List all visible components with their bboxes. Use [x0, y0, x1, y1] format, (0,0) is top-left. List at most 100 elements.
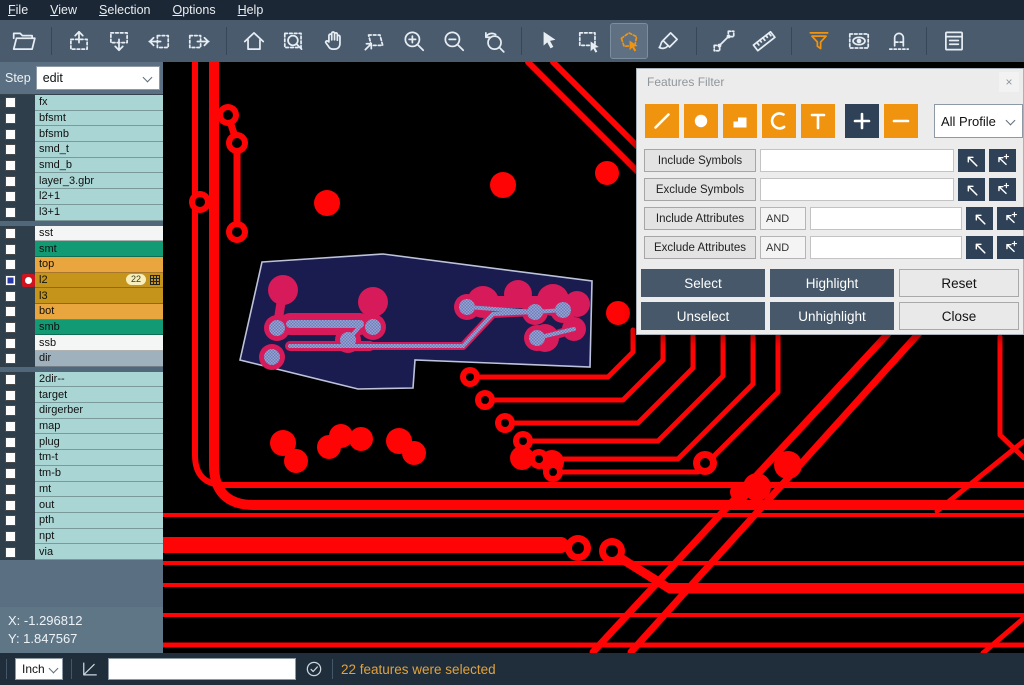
home-button[interactable] — [236, 24, 272, 58]
layer-visibility-checkbox[interactable] — [5, 176, 16, 187]
layer-visibility-checkbox[interactable] — [5, 531, 16, 542]
pan-up-button[interactable] — [61, 24, 97, 58]
layer-label[interactable]: bfsmb — [35, 126, 163, 142]
select-cursor-button[interactable] — [531, 24, 567, 58]
layer-label[interactable]: smb — [35, 320, 163, 336]
zoom-poly-button[interactable] — [356, 24, 392, 58]
layer-label[interactable]: plug — [35, 434, 163, 450]
layer-visibility-checkbox[interactable] — [5, 129, 16, 140]
select-button[interactable]: Select — [641, 269, 765, 297]
exclude-symbols-pick-add-button[interactable] — [989, 178, 1016, 201]
layer-visibility-checkbox[interactable] — [5, 322, 16, 333]
layer-visibility-checkbox[interactable] — [5, 291, 16, 302]
measure-distance-button[interactable] — [706, 24, 742, 58]
menu-item-help[interactable]: Help — [238, 3, 264, 17]
filter-shape-text-button[interactable] — [801, 104, 835, 138]
zoom-window-button[interactable] — [276, 24, 312, 58]
grid-view-icon[interactable] — [150, 275, 160, 285]
filter-shape-line-button[interactable] — [645, 104, 679, 138]
layer-label[interactable]: map — [35, 419, 163, 435]
layer-label[interactable]: sst — [35, 226, 163, 242]
layer-label[interactable]: tm-t — [35, 450, 163, 466]
include-symbols-pick-button[interactable] — [958, 149, 985, 172]
layer-label[interactable]: l3 — [35, 288, 163, 304]
layer-visibility-checkbox[interactable] — [5, 228, 16, 239]
exclude-symbols-pick-button[interactable] — [958, 178, 985, 201]
dialog-close-button[interactable]: × — [999, 72, 1019, 92]
include-attributes-input[interactable] — [810, 207, 962, 230]
layer-label[interactable]: fx — [35, 95, 163, 111]
layer-visibility-checkbox[interactable] — [5, 484, 16, 495]
exclude-symbols-button[interactable]: Exclude Symbols — [644, 178, 756, 201]
menu-item-options[interactable]: Options — [172, 3, 215, 17]
pan-down-button[interactable] — [101, 24, 137, 58]
exclude-attributes-pick-button[interactable] — [966, 236, 993, 259]
layer-visibility-checkbox[interactable] — [5, 390, 16, 401]
menu-item-file[interactable]: File — [8, 3, 28, 17]
layer-label[interactable]: ssb — [35, 335, 163, 351]
layer-visibility-checkbox[interactable] — [5, 244, 16, 255]
layer-visibility-checkbox[interactable] — [5, 405, 16, 416]
zoom-out-button[interactable] — [436, 24, 472, 58]
layer-visibility-checkbox[interactable] — [5, 547, 16, 558]
layer-label[interactable]: out — [35, 497, 163, 513]
open-button[interactable] — [6, 24, 42, 58]
menu-item-selection[interactable]: Selection — [99, 3, 150, 17]
layer-visibility-checkbox[interactable] — [5, 338, 16, 349]
zoom-previous-button[interactable] — [476, 24, 512, 58]
highlight-button[interactable]: Highlight — [770, 269, 894, 297]
layer-label[interactable]: pth — [35, 513, 163, 529]
unselect-button[interactable]: Unselect — [641, 302, 765, 330]
zoom-in-button[interactable] — [396, 24, 432, 58]
dialog-title-bar[interactable]: Features Filter × — [637, 69, 1023, 95]
step-select[interactable]: edit — [36, 66, 160, 90]
layer-visibility-checkbox[interactable] — [5, 452, 16, 463]
layer-label[interactable]: npt — [35, 529, 163, 545]
layer-visibility-checkbox[interactable] — [5, 353, 16, 364]
exclude-symbols-input[interactable] — [760, 178, 954, 201]
features-filter-button[interactable] — [801, 24, 837, 58]
include-symbols-button[interactable]: Include Symbols — [644, 149, 756, 172]
layer-visibility-checkbox[interactable] — [5, 275, 16, 286]
profile-select[interactable]: All Profile — [934, 104, 1023, 138]
layer-label[interactable]: tm-b — [35, 466, 163, 482]
exclude-attributes-input[interactable] — [810, 236, 962, 259]
layer-visibility-checkbox[interactable] — [5, 306, 16, 317]
exclude-attributes-pick-add-button[interactable] — [997, 236, 1024, 259]
layer-visibility-checkbox[interactable] — [5, 500, 16, 511]
reset-button[interactable]: Reset — [899, 269, 1019, 297]
polygon-select-button[interactable] — [611, 24, 647, 58]
exclude-attributes-operator-select[interactable]: AND — [760, 236, 806, 259]
filter-shape-surface-button[interactable] — [723, 104, 757, 138]
layer-label[interactable]: 2dir-- — [35, 372, 163, 388]
layer-visibility-checkbox[interactable] — [5, 144, 16, 155]
filter-remove-button[interactable] — [884, 104, 918, 138]
layer-label[interactable]: dir — [35, 351, 163, 367]
pan-right-button[interactable] — [181, 24, 217, 58]
rect-select-button[interactable] — [571, 24, 607, 58]
layer-label[interactable]: mt — [35, 482, 163, 498]
layer-label[interactable]: target — [35, 387, 163, 403]
layer-visibility-checkbox[interactable] — [5, 421, 16, 432]
layer-label[interactable]: top — [35, 257, 163, 273]
command-input[interactable] — [108, 658, 296, 680]
layer-visibility-checkbox[interactable] — [5, 160, 16, 171]
report-list-button[interactable] — [936, 24, 972, 58]
layer-label[interactable]: l2+1 — [35, 189, 163, 205]
layer-label[interactable]: bot — [35, 304, 163, 320]
layer-label[interactable]: smt — [35, 241, 163, 257]
unit-select[interactable]: Inch — [15, 658, 63, 680]
layer-label[interactable]: l222 — [35, 273, 163, 289]
layer-visibility-checkbox[interactable] — [5, 515, 16, 526]
refresh-icon[interactable] — [304, 659, 324, 679]
layer-visibility-checkbox[interactable] — [5, 259, 16, 270]
pan-left-button[interactable] — [141, 24, 177, 58]
unhighlight-button[interactable]: Unhighlight — [770, 302, 894, 330]
view-options-button[interactable] — [841, 24, 877, 58]
include-symbols-input[interactable] — [760, 149, 954, 172]
filter-add-button[interactable] — [845, 104, 879, 138]
layer-visibility-checkbox[interactable] — [5, 97, 16, 108]
include-attributes-pick-button[interactable] — [966, 207, 993, 230]
layer-visibility-checkbox[interactable] — [5, 191, 16, 202]
exclude-attributes-button[interactable]: Exclude Attributes — [644, 236, 756, 259]
